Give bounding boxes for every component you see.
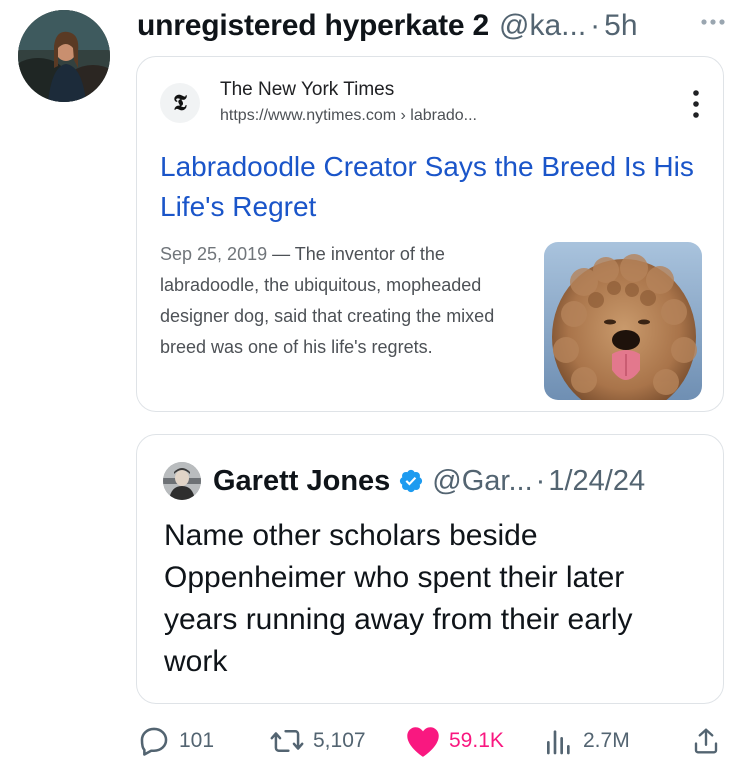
tweet-time[interactable]: 5h (604, 9, 637, 43)
share-icon (694, 728, 718, 754)
quoted-author-name[interactable]: Garett Jones (213, 465, 390, 498)
kebab-icon[interactable] (691, 89, 701, 119)
views-button[interactable]: 2.7M (543, 720, 630, 762)
quoted-tweet-text: Name other scholars beside Oppenheimer w… (164, 519, 633, 678)
quoted-tweet-header: Garett Jones @Gar... · 1/24/24 (213, 461, 645, 501)
author-handle[interactable]: @ka... (499, 9, 586, 43)
tweet: unregistered hyperkate 2 @ka... · 5h 𝕿 T… (0, 0, 750, 767)
link-preview-card[interactable]: 𝕿 The New York Times https://www.nytimes… (136, 56, 724, 412)
separator: · (535, 464, 546, 497)
author-name[interactable]: unregistered hyperkate 2 (137, 9, 489, 43)
quoted-author-handle[interactable]: @Gar... (432, 465, 532, 498)
reply-count: 101 (179, 729, 215, 752)
reply-button[interactable]: 101 (137, 720, 214, 762)
article-title[interactable]: Labradoodle Creator Says the Breed Is Hi… (160, 147, 700, 227)
like-count: 59.1K (449, 729, 504, 752)
repost-icon (270, 730, 304, 752)
author-avatar[interactable] (18, 10, 110, 102)
repost-count: 5,107 (313, 729, 366, 752)
like-icon (407, 727, 439, 757)
nyt-logo: 𝕿 (160, 83, 200, 123)
action-bar: 101 5,107 59.1K 2.7M (137, 720, 727, 762)
separator: · (590, 9, 601, 42)
verified-badge-icon (400, 469, 423, 493)
view-count: 2.7M (583, 729, 630, 752)
views-icon (547, 730, 570, 755)
tweet-header: unregistered hyperkate 2 @ka... · 5h (137, 6, 737, 46)
site-url[interactable]: https://www.nytimes.com › labrado... (220, 107, 477, 125)
article-date: Sep 25, 2019 (160, 244, 268, 264)
more-icon[interactable] (697, 8, 729, 36)
share-button[interactable] (691, 720, 729, 762)
snippet-dash: — (267, 244, 295, 264)
site-name: The New York Times (220, 79, 395, 100)
reply-icon (140, 727, 168, 756)
repost-button[interactable]: 5,107 (269, 720, 366, 762)
like-button[interactable]: 59.1K (405, 720, 504, 762)
quoted-tweet-date[interactable]: 1/24/24 (548, 465, 645, 498)
quoted-author-avatar[interactable] (163, 462, 201, 500)
quoted-tweet[interactable]: Garett Jones @Gar... · 1/24/24 Name othe… (136, 434, 724, 704)
article-thumbnail[interactable] (544, 242, 702, 400)
article-snippet: Sep 25, 2019 — The inventor of the labra… (160, 239, 520, 363)
